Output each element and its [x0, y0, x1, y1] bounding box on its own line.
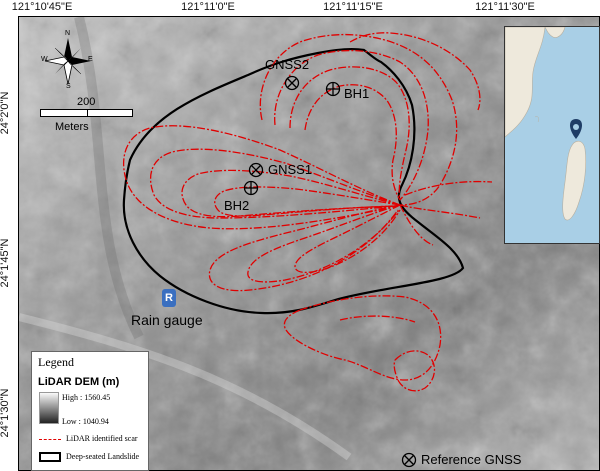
legend-scar-symbol: [39, 439, 61, 440]
legend-dem-high: High : 1560.45: [62, 393, 111, 402]
compass-n: N: [65, 30, 71, 37]
compass-s: S: [66, 83, 71, 90]
legend-dem-ramp: [39, 392, 59, 424]
gnss1-marker-icon: [248, 162, 264, 178]
bh2-marker-icon: [243, 180, 259, 196]
gnss2-label: GNSS2: [265, 57, 310, 72]
bh2-label: BH2: [224, 198, 250, 213]
compass-e: E: [88, 56, 93, 63]
bh1-marker-icon: [325, 81, 341, 97]
bh1-label: BH1: [344, 86, 370, 101]
inset-locator-map[interactable]: [504, 26, 600, 244]
legend-title: Legend: [38, 355, 74, 369]
reference-gnss-marker-icon: [401, 452, 417, 468]
gnss2-marker-icon: [284, 75, 300, 91]
compass-w: W: [41, 56, 48, 63]
legend-dem-low: Low : 1040.94: [62, 417, 109, 426]
inset-map-graphic: [505, 27, 587, 221]
legend-dem-title: LiDAR DEM (m): [38, 376, 120, 388]
reference-gnss-label: Reference GNSS: [421, 452, 522, 467]
scale-value: 200: [77, 96, 96, 108]
legend-landslide-symbol: [39, 452, 61, 462]
scale-bar: [40, 109, 133, 117]
gnss1-label: GNSS1: [268, 162, 313, 177]
scale-unit: Meters: [55, 121, 89, 133]
lidar-scar-lines: [123, 32, 493, 392]
legend-scar-label: LiDAR identified scar: [66, 434, 138, 443]
legend-panel: Legend LiDAR DEM (m) High : 1560.45 Low …: [31, 351, 149, 471]
rain-gauge-label: Rain gauge: [131, 312, 203, 328]
legend-landslide-label: Deep-seated Landslide: [66, 452, 140, 461]
rain-gauge-icon: R: [162, 289, 176, 307]
north-arrow-icon: [44, 38, 91, 85]
